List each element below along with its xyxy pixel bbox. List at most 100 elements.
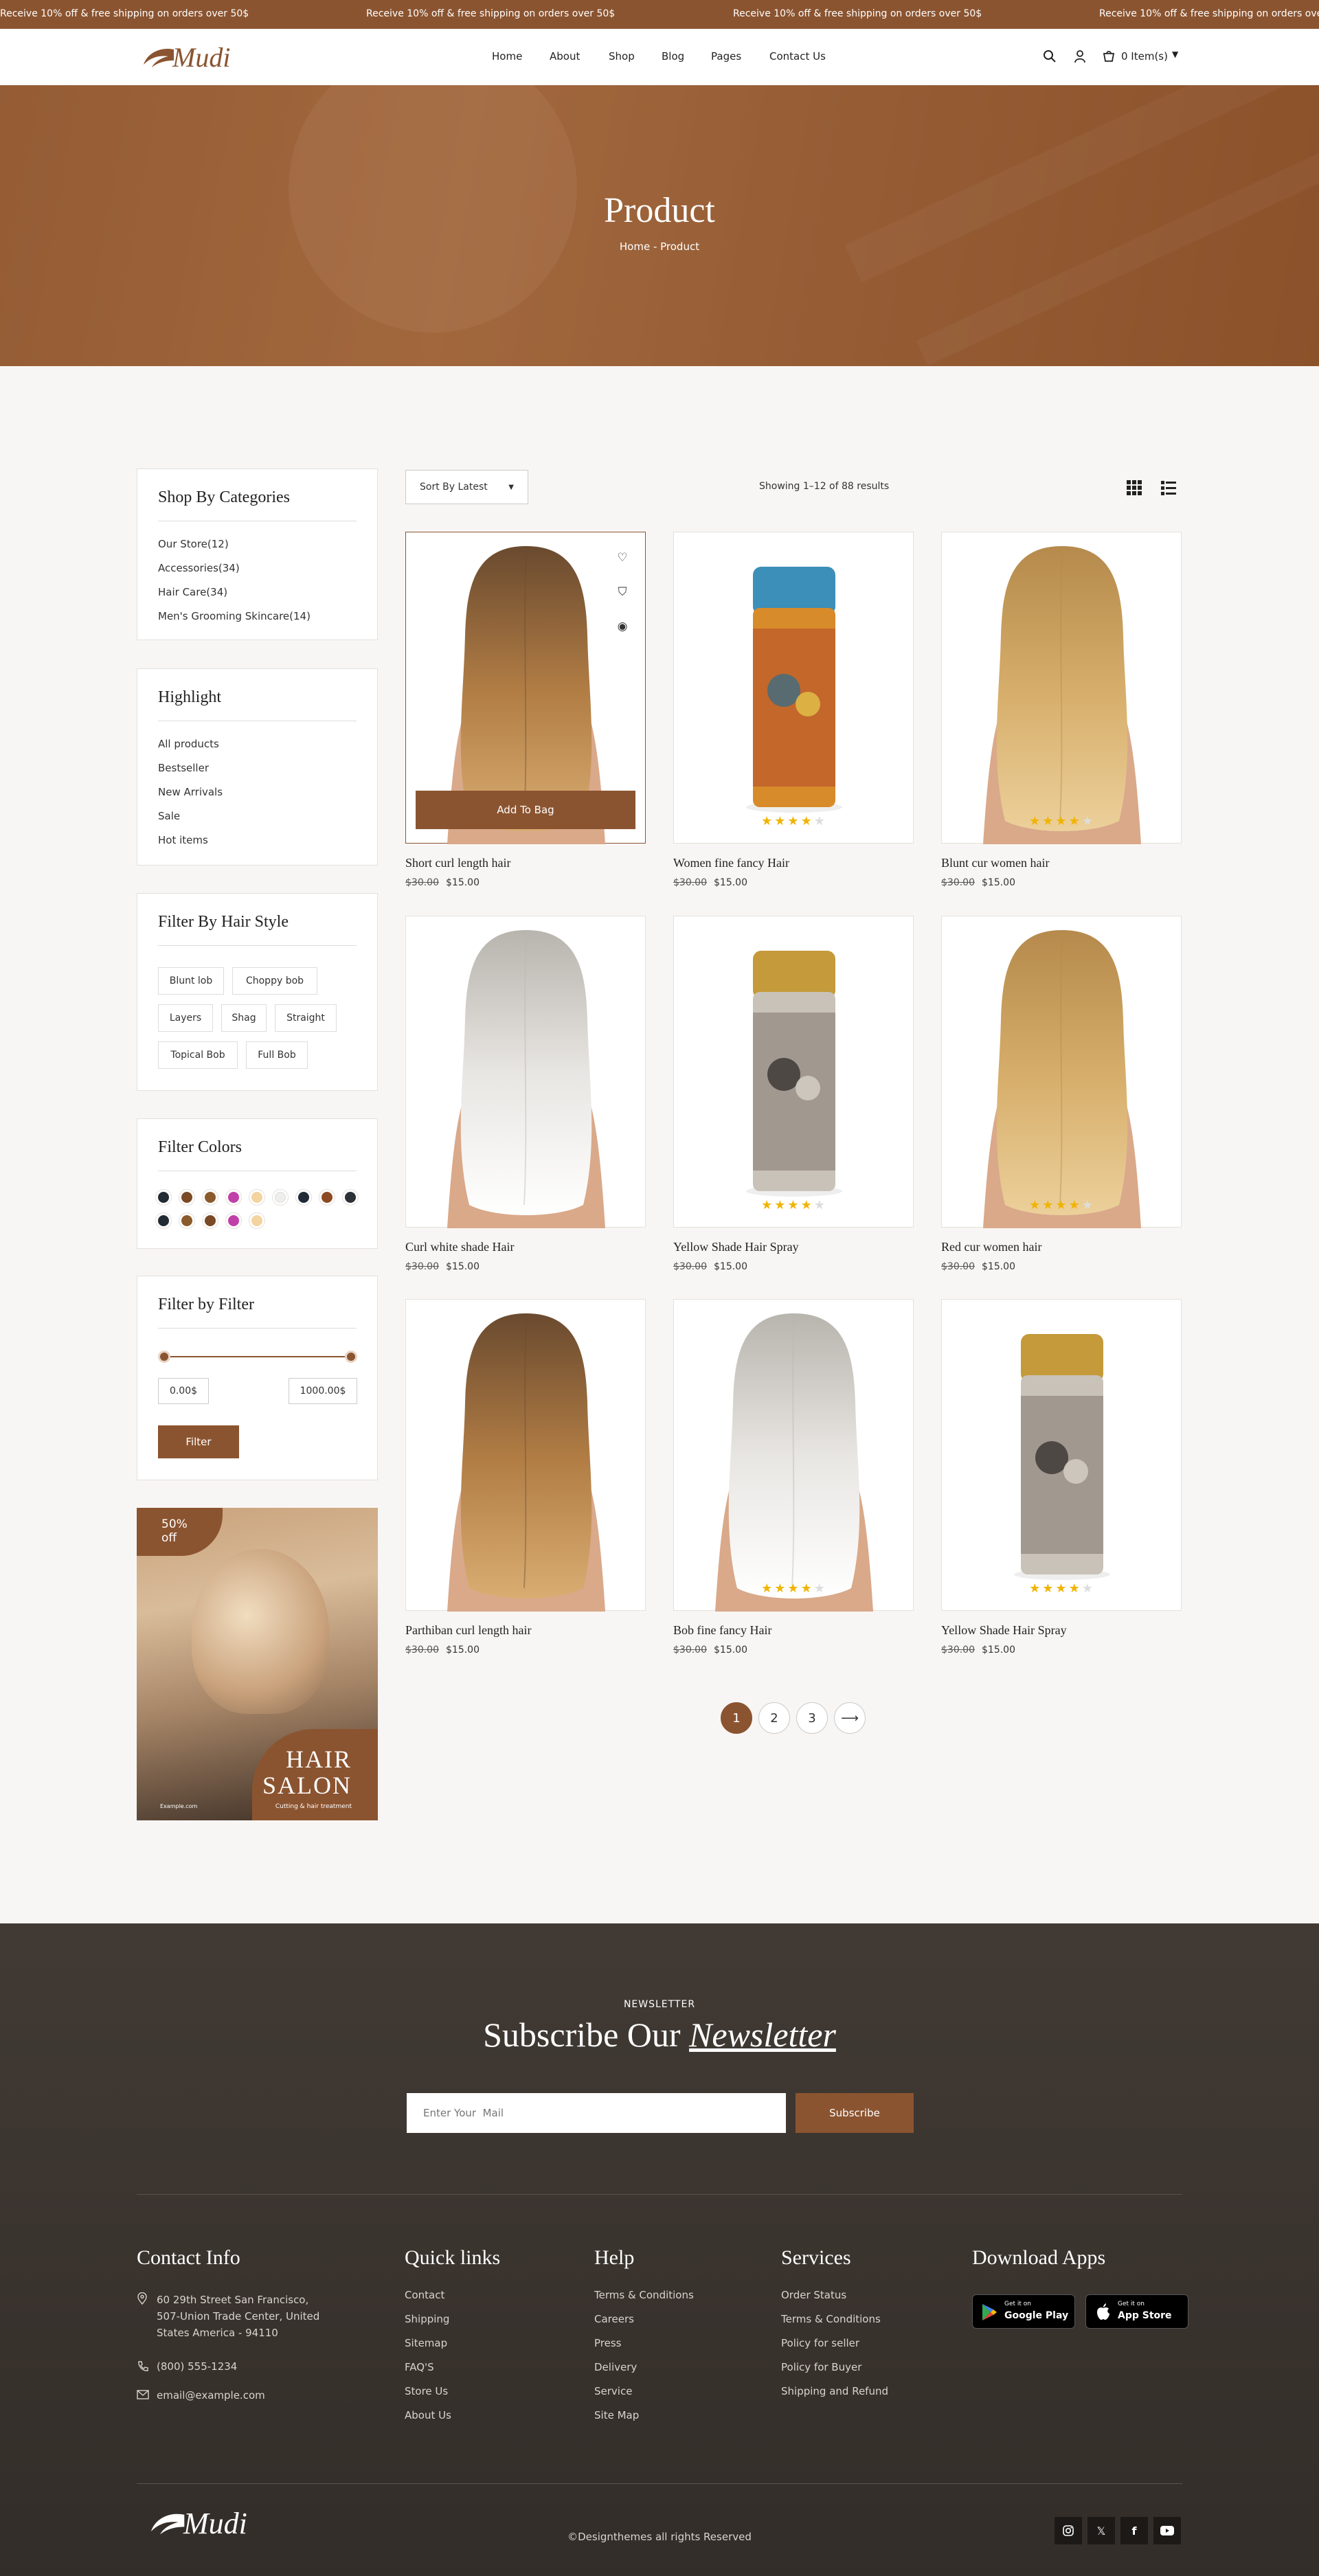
category-link[interactable]: Men's Grooming Skincare(14) bbox=[158, 610, 311, 622]
list-view-icon[interactable] bbox=[1161, 480, 1176, 495]
youtube-icon[interactable] bbox=[1153, 2517, 1181, 2544]
color-swatch[interactable] bbox=[275, 1192, 286, 1203]
newsletter-email-input[interactable] bbox=[407, 2093, 786, 2133]
product-card[interactable]: ★★★★★ bbox=[941, 1299, 1182, 1611]
product-name[interactable]: Bob fine fancy Hair bbox=[673, 1623, 771, 1638]
search-icon[interactable] bbox=[1043, 49, 1057, 63]
color-swatch[interactable] bbox=[298, 1192, 309, 1203]
product-card[interactable]: ★★★★★ bbox=[673, 916, 914, 1228]
highlight-link[interactable]: Sale bbox=[158, 810, 180, 822]
product-name[interactable]: Yellow Shade Hair Spray bbox=[673, 1240, 799, 1254]
color-swatch[interactable] bbox=[251, 1192, 262, 1203]
next-page-arrow-icon[interactable]: ⟶ bbox=[834, 1702, 866, 1734]
subscribe-button[interactable]: Subscribe bbox=[796, 2093, 914, 2133]
nav-about[interactable]: About bbox=[550, 50, 580, 63]
product-name[interactable]: Yellow Shade Hair Spray bbox=[941, 1623, 1067, 1638]
product-card[interactable]: ♡ ⛉ ◉ Add To Bag bbox=[405, 532, 646, 844]
product-image[interactable] bbox=[406, 916, 646, 1228]
product-name[interactable]: Red cur women hair bbox=[941, 1240, 1041, 1254]
footer-link[interactable]: FAQ'S bbox=[405, 2361, 434, 2373]
footer-link[interactable]: Contact bbox=[405, 2289, 444, 2301]
product-name[interactable]: Blunt cur women hair bbox=[941, 856, 1049, 870]
add-to-bag-button[interactable]: Add To Bag bbox=[416, 791, 635, 829]
highlight-link[interactable]: New Arrivals bbox=[158, 786, 223, 798]
style-tag[interactable]: Topical Bob bbox=[158, 1041, 238, 1069]
highlight-link[interactable]: All products bbox=[158, 738, 219, 750]
footer-link[interactable]: Order Status bbox=[781, 2289, 846, 2301]
footer-link[interactable]: Policy for seller bbox=[781, 2337, 859, 2349]
color-swatch[interactable] bbox=[228, 1192, 239, 1203]
product-card[interactable]: ★★★★★ bbox=[941, 532, 1182, 844]
product-image[interactable] bbox=[674, 916, 914, 1228]
product-image[interactable] bbox=[942, 916, 1182, 1228]
highlight-link[interactable]: Bestseller bbox=[158, 762, 209, 774]
color-swatch[interactable] bbox=[205, 1215, 216, 1226]
facebook-icon[interactable]: f bbox=[1120, 2517, 1148, 2544]
footer-link[interactable]: Sitemap bbox=[405, 2337, 447, 2349]
footer-link[interactable]: Store Us bbox=[405, 2385, 448, 2397]
grid-view-icon[interactable] bbox=[1127, 480, 1142, 495]
product-image[interactable] bbox=[942, 1300, 1182, 1612]
price-slider-track[interactable] bbox=[165, 1356, 350, 1357]
instagram-icon[interactable] bbox=[1055, 2517, 1082, 2544]
color-swatch[interactable] bbox=[158, 1192, 169, 1203]
color-swatch[interactable] bbox=[345, 1192, 356, 1203]
breadcrumb[interactable]: Home - Product bbox=[0, 240, 1319, 253]
google-play-badge[interactable]: Get it on Google Play bbox=[972, 2294, 1075, 2329]
color-swatch[interactable] bbox=[251, 1215, 262, 1226]
footer-link[interactable]: About Us bbox=[405, 2409, 451, 2421]
color-swatch[interactable] bbox=[158, 1215, 169, 1226]
page-3[interactable]: 3 bbox=[796, 1702, 828, 1734]
product-card[interactable]: ★★★★★ bbox=[941, 916, 1182, 1228]
nav-blog[interactable]: Blog bbox=[662, 50, 684, 63]
nav-contact[interactable]: Contact Us bbox=[769, 50, 826, 63]
filter-button[interactable]: Filter bbox=[158, 1425, 239, 1458]
color-swatch[interactable] bbox=[205, 1192, 216, 1203]
page-2[interactable]: 2 bbox=[758, 1702, 790, 1734]
price-max-field[interactable]: 1000.00$ bbox=[289, 1378, 357, 1404]
product-name[interactable]: Short curl length hair bbox=[405, 856, 510, 870]
nav-pages[interactable]: Pages bbox=[711, 50, 741, 63]
product-image[interactable] bbox=[674, 1300, 914, 1612]
price-slider-min-handle[interactable] bbox=[158, 1351, 170, 1363]
nav-shop[interactable]: Shop bbox=[609, 50, 635, 63]
cart-icon[interactable] bbox=[1102, 49, 1116, 63]
contact-phone[interactable]: (800) 555-1234 bbox=[157, 2360, 237, 2373]
category-link[interactable]: Accessories(34) bbox=[158, 562, 240, 574]
color-swatch[interactable] bbox=[181, 1215, 192, 1226]
color-swatch[interactable] bbox=[228, 1215, 239, 1226]
highlight-link[interactable]: Hot items bbox=[158, 834, 208, 846]
product-card[interactable] bbox=[405, 916, 646, 1228]
product-name[interactable]: Curl white shade Hair bbox=[405, 1240, 514, 1254]
product-name[interactable]: Parthiban curl length hair bbox=[405, 1623, 531, 1638]
footer-link[interactable]: Policy for Buyer bbox=[781, 2361, 861, 2373]
product-card[interactable] bbox=[405, 1299, 646, 1612]
price-min-field[interactable]: 0.00$ bbox=[158, 1378, 209, 1404]
footer-link[interactable]: Terms & Conditions bbox=[781, 2313, 881, 2325]
footer-link[interactable]: Delivery bbox=[594, 2361, 637, 2373]
x-icon[interactable]: 𝕏 bbox=[1087, 2517, 1115, 2544]
style-tag[interactable]: Layers bbox=[158, 1004, 213, 1032]
app-store-badge[interactable]: Get it on App Store bbox=[1085, 2294, 1188, 2329]
product-card[interactable]: ★★★★★ bbox=[673, 532, 914, 844]
category-link[interactable]: Our Store(12) bbox=[158, 538, 229, 550]
eye-icon[interactable]: ◉ bbox=[609, 613, 635, 640]
page-1[interactable]: 1 bbox=[721, 1702, 752, 1734]
style-tag[interactable]: Choppy bob bbox=[232, 967, 317, 995]
chevron-down-icon[interactable]: ▼ bbox=[1172, 49, 1178, 59]
product-image[interactable] bbox=[674, 532, 914, 844]
contact-email[interactable]: email@example.com bbox=[157, 2389, 265, 2402]
color-swatch[interactable] bbox=[181, 1192, 192, 1203]
product-card[interactable]: ★★★★★ bbox=[673, 1299, 914, 1612]
footer-link[interactable]: Press bbox=[594, 2337, 621, 2349]
sort-select[interactable]: Sort By Latest ▼ bbox=[405, 470, 528, 504]
site-logo[interactable]: Mudi bbox=[141, 41, 230, 74]
heart-icon[interactable]: ♡ bbox=[609, 545, 635, 571]
product-image[interactable] bbox=[406, 1300, 646, 1612]
cart-count[interactable]: 0 Item(s) bbox=[1121, 50, 1168, 63]
bag-icon[interactable]: ⛉ bbox=[609, 579, 635, 605]
style-tag[interactable]: Blunt lob bbox=[158, 967, 224, 995]
category-link[interactable]: Hair Care(34) bbox=[158, 586, 227, 598]
footer-link[interactable]: Shipping bbox=[405, 2313, 449, 2325]
footer-link[interactable]: Service bbox=[594, 2385, 632, 2397]
